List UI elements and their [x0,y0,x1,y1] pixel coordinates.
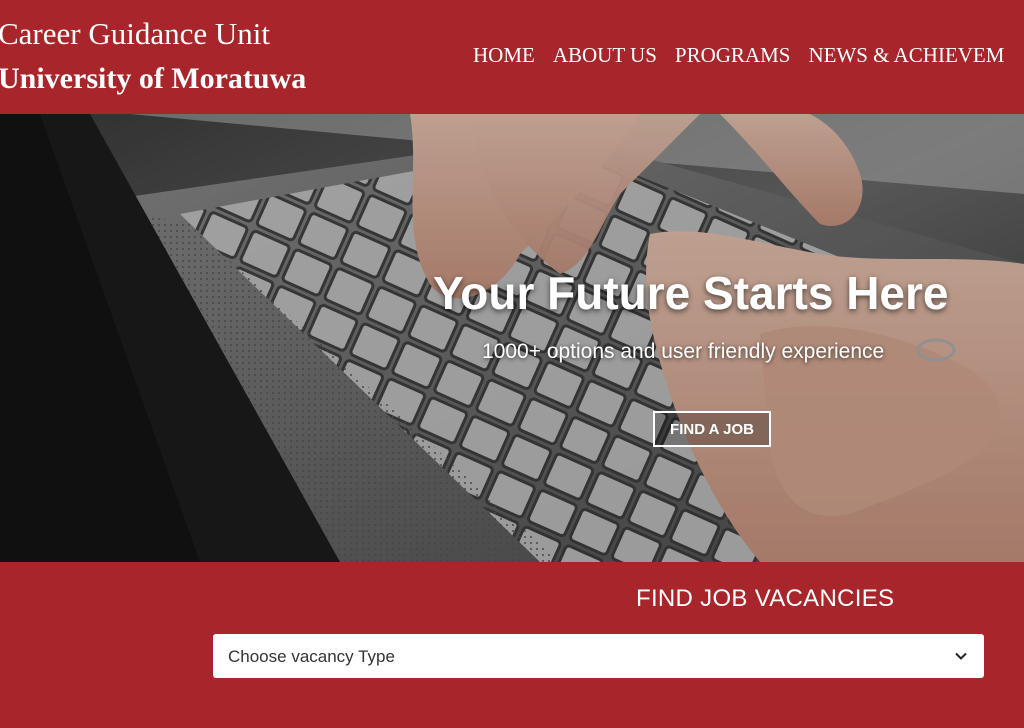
nav-news-achievements[interactable]: NEWS & ACHIEVEM [808,43,1004,68]
nav-programs[interactable]: PROGRAMS [675,43,791,68]
hero-subtitle: 1000+ options and user friendly experien… [482,340,885,363]
find-a-job-button[interactable]: FIND A JOB [653,411,771,447]
vacancy-type-select[interactable]: Choose vacancy Type [213,634,984,678]
hero-banner: Your Future Starts Here 1000+ options an… [0,114,1024,562]
site-header: Career Guidance Unit University of Morat… [0,0,1024,115]
hero-title: Your Future Starts Here [433,267,949,319]
vacancies-title: FIND JOB VACANCIES [636,585,895,612]
hero-background-image [0,114,1024,562]
vacancy-type-select-value: Choose vacancy Type [228,647,395,666]
main-nav: HOME ABOUT US PROGRAMS NEWS & ACHIEVEM [473,43,1004,68]
nav-about-us[interactable]: ABOUT US [553,43,657,68]
brand-university-name[interactable]: University of Moratuwa [0,62,306,96]
brand-unit-name[interactable]: Career Guidance Unit [0,16,270,52]
nav-home[interactable]: HOME [473,43,535,68]
chevron-down-icon [955,652,967,660]
